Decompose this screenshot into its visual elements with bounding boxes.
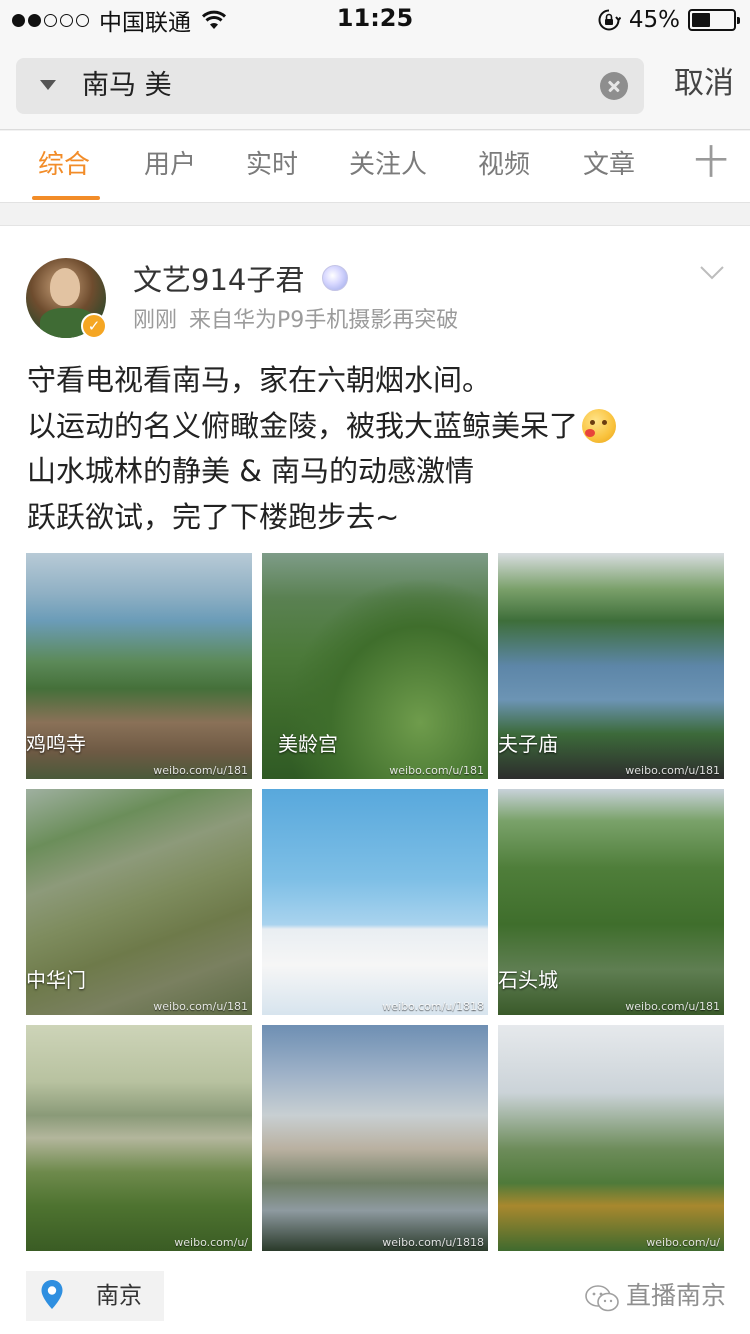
signal-strength xyxy=(12,13,89,27)
photo-thumbnail[interactable]: weibo.com/u/ xyxy=(498,1025,724,1251)
post-meta: 刚刚 来自华为P9手机摄影再突破 xyxy=(133,306,458,336)
clear-icon[interactable] xyxy=(600,72,628,100)
photo-caption: 石头城 xyxy=(498,968,558,992)
photo-thumbnail[interactable]: weibo.com/u/1818 xyxy=(262,789,488,1015)
status-left: 中国联通 xyxy=(12,6,227,36)
battery-icon xyxy=(688,9,740,31)
post-card[interactable]: ✓ 文艺914子君 刚刚 来自华为P9手机摄影再突破 守看电视看南马，家在六朝烟水… xyxy=(0,225,750,1334)
dropdown-caret-icon[interactable] xyxy=(40,80,56,90)
tab-comprehensive[interactable]: 综合 xyxy=(38,147,90,183)
photo-watermark: weibo.com/u/ xyxy=(646,1236,720,1249)
photo-thumbnail[interactable]: weibo.com/u/ xyxy=(26,1025,252,1251)
photo-caption: 夫子庙 xyxy=(498,732,558,756)
photo-caption: 美龄宫 xyxy=(278,732,338,756)
member-icon[interactable] xyxy=(322,265,348,291)
photo-caption: 鸡鸣寺 xyxy=(26,732,86,756)
photo-watermark: weibo.com/u/181 xyxy=(153,764,248,777)
photo-thumbnail[interactable]: 中华门 weibo.com/u/181 xyxy=(26,789,252,1015)
footer-watermark: 直播南京 xyxy=(626,1281,727,1310)
post-line-text: 山水城林的静美 & 南马的动感激情 xyxy=(27,454,475,488)
search-header: 南马 美 取消 xyxy=(0,40,750,130)
photo-thumbnail[interactable]: 石头城 weibo.com/u/181 xyxy=(498,789,724,1015)
photo-watermark: weibo.com/u/181 xyxy=(153,1000,248,1013)
search-input[interactable]: 南马 美 xyxy=(16,58,644,114)
photo-watermark: weibo.com/u/181 xyxy=(389,764,484,777)
post-line: 守看电视看南马，家在六朝烟水间。 xyxy=(27,358,727,404)
post-author[interactable]: 文艺914子君 xyxy=(133,260,304,300)
post-line-text: 以运动的名义俯瞰金陵，被我大蓝鲸美呆了 xyxy=(27,408,579,443)
signal-dot xyxy=(12,13,25,27)
photo-watermark: weibo.com/u/181 xyxy=(625,764,720,777)
photo-thumbnail[interactable]: 夫子庙 weibo.com/u/181 xyxy=(498,553,724,779)
search-tabs: 综合 用户 实时 关注人 视频 文章 十 xyxy=(0,131,750,203)
photo-caption: 中华门 xyxy=(26,968,86,992)
verified-icon: ✓ xyxy=(81,313,107,339)
signal-dot xyxy=(44,13,57,27)
signal-dot xyxy=(76,13,89,27)
tabs-more-button[interactable]: 十 xyxy=(694,143,728,183)
post-line: 以运动的名义俯瞰金陵，被我大蓝鲸美呆了 xyxy=(27,404,727,450)
location-label[interactable]: 南京 xyxy=(96,1281,142,1311)
orientation-lock-icon xyxy=(598,9,621,31)
wechat-icon xyxy=(585,1285,619,1312)
photo-watermark: weibo.com/u/181 xyxy=(625,1000,720,1013)
signal-dot xyxy=(60,13,73,27)
post-line: 山水城林的静美 & 南马的动感激情 xyxy=(27,449,727,495)
battery-fill xyxy=(692,13,710,27)
post-source: 来自华为P9手机摄影再突破 xyxy=(189,308,459,333)
status-bar: 中国联通 11:25 45% xyxy=(0,0,750,40)
post-line-text: 跃跃欲试，完了下楼跑步去~ xyxy=(27,499,400,534)
emoji-icon xyxy=(582,409,617,444)
chevron-down-icon[interactable] xyxy=(700,266,724,280)
carrier-name: 中国联通 xyxy=(99,10,191,36)
cancel-button[interactable]: 取消 xyxy=(674,62,734,106)
tab-users[interactable]: 用户 xyxy=(144,147,196,183)
photo-watermark: weibo.com/u/ xyxy=(174,1236,248,1249)
post-time: 刚刚 xyxy=(133,308,178,333)
search-query[interactable]: 南马 美 xyxy=(82,68,172,104)
active-tab-indicator xyxy=(32,196,100,200)
tab-following[interactable]: 关注人 xyxy=(349,147,427,183)
post-line: 跃跃欲试，完了下楼跑步去~ xyxy=(27,495,727,541)
tab-video[interactable]: 视频 xyxy=(478,147,530,183)
tab-articles[interactable]: 文章 xyxy=(583,147,635,183)
wifi-icon xyxy=(201,10,227,29)
photo-thumbnail[interactable]: 美龄宫 weibo.com/u/181 xyxy=(262,553,488,779)
signal-dot xyxy=(28,13,41,27)
tab-realtime[interactable]: 实时 xyxy=(246,147,298,183)
post-line-text: 守看电视看南马，家在六朝烟水间。 xyxy=(27,363,492,397)
photo-thumbnail[interactable]: 鸡鸣寺 weibo.com/u/181 xyxy=(26,553,252,779)
battery-percent: 45% xyxy=(628,7,680,33)
post-text: 守看电视看南马，家在六朝烟水间。 以运动的名义俯瞰金陵，被我大蓝鲸美呆了 山水城… xyxy=(27,358,727,540)
photo-watermark: weibo.com/u/1818 xyxy=(382,1236,484,1249)
photo-watermark: weibo.com/u/1818 xyxy=(382,1000,484,1013)
photo-thumbnail[interactable]: weibo.com/u/1818 xyxy=(262,1025,488,1251)
location-tag[interactable]: 南京 xyxy=(26,1271,164,1321)
location-pin-icon xyxy=(41,1280,63,1309)
status-right: 45% xyxy=(597,6,740,34)
